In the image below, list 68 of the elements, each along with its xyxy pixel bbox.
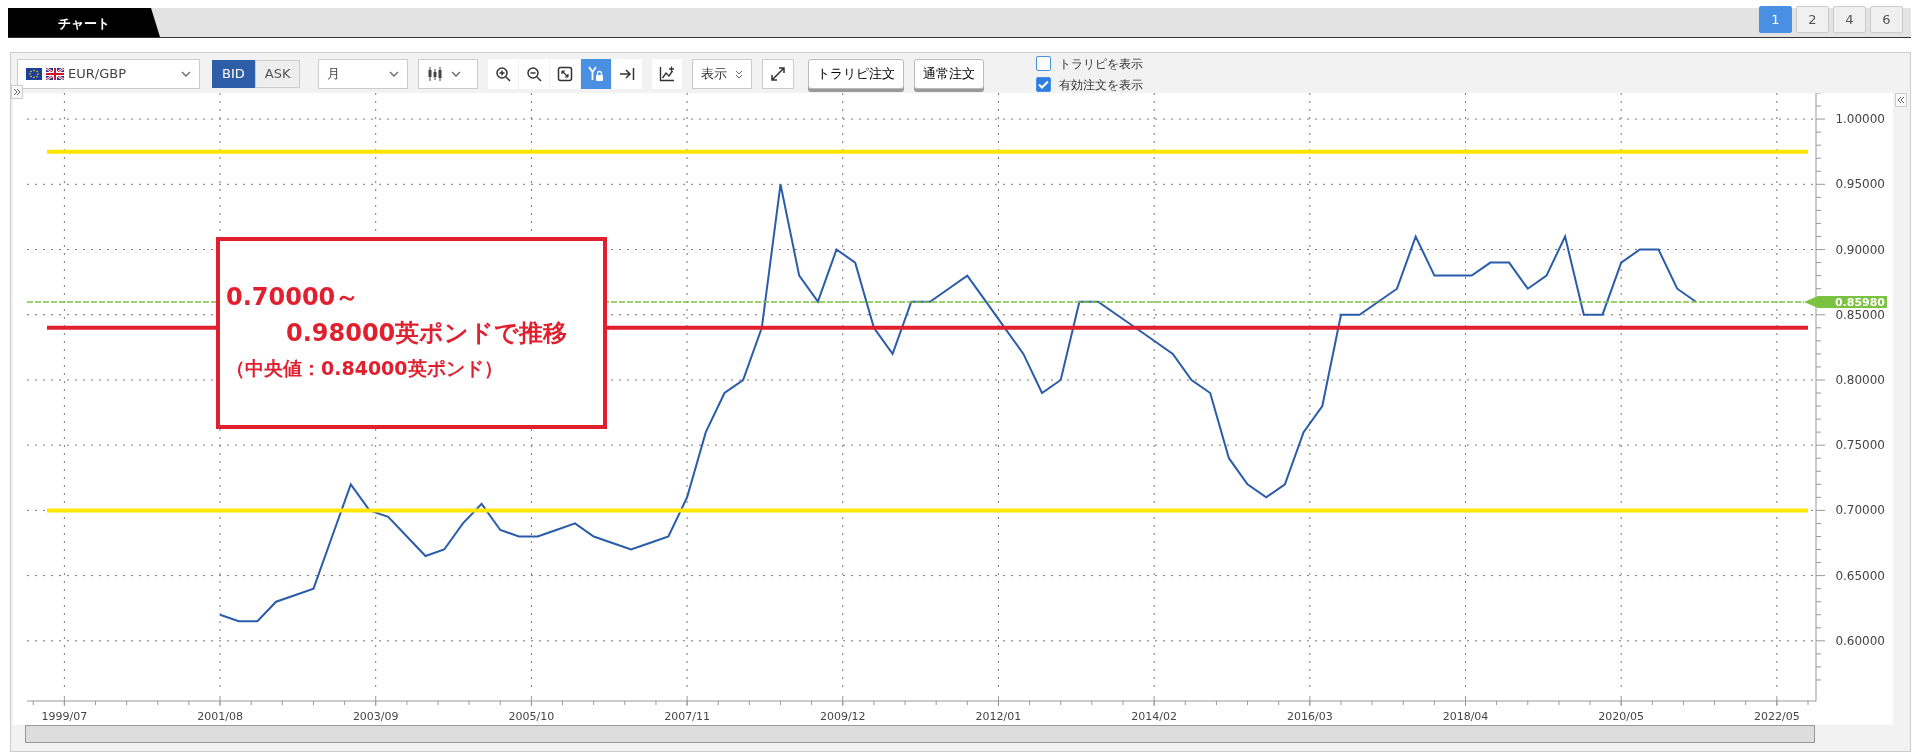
chevron-down-icon (181, 70, 191, 78)
double-chevron-left-icon (1897, 96, 1905, 104)
axis-label: 0.95000 (1835, 177, 1885, 192)
axis-label: 0.90000 (1835, 242, 1885, 257)
checkbox-label: トラリピを表示 (1059, 55, 1144, 73)
layout-button[interactable]: 4 (1833, 6, 1866, 33)
chart-type-select[interactable] (418, 59, 479, 89)
axis-label: 0.85000 (1835, 307, 1885, 322)
collapse-left-button[interactable] (11, 85, 23, 99)
callout-text: （中央値：0.84000英ポンド） (226, 356, 504, 381)
checkbox[interactable] (1036, 56, 1052, 71)
checkbox[interactable] (1036, 77, 1052, 92)
axis-label: 2003/09 (352, 710, 399, 723)
double-chevron-right-icon (13, 88, 21, 96)
order-button[interactable]: トラリピ注文 (808, 59, 905, 89)
callout-text: 0.98000英ポンドで推移 (285, 318, 569, 349)
chart-plus-icon (659, 66, 676, 82)
expand-icon (771, 67, 786, 81)
axis-label: 2020/05 (1598, 710, 1645, 723)
zoom-in-button[interactable] (488, 59, 519, 89)
axis-label: 0.80000 (1835, 372, 1885, 387)
axis-label: 2016/03 (1286, 710, 1333, 723)
checkmark-icon (1038, 80, 1050, 89)
axis-label: 2012/01 (975, 710, 1022, 723)
axis-label: 1.00000 (1835, 112, 1885, 127)
display-menu-button[interactable]: 表示 (692, 59, 753, 89)
axis-label: 2022/05 (1754, 710, 1800, 723)
add-indicator-button[interactable] (652, 59, 683, 89)
price-side-toggle[interactable]: ASK (254, 60, 301, 88)
chart-tab[interactable]: チャート (8, 7, 160, 37)
candlestick-icon (427, 67, 444, 81)
axis-label: 2014/02 (1131, 710, 1177, 723)
double-chevron-icon (735, 69, 744, 79)
axis-label: 0.70000 (1835, 503, 1885, 518)
order-button[interactable]: 通常注文 (914, 59, 985, 89)
chevron-down-icon (389, 70, 400, 78)
callout-text: 0.70000～ (226, 282, 361, 313)
layout-button[interactable]: 2 (1796, 6, 1829, 33)
axis-label: 2007/11 (664, 710, 710, 723)
y-lock-icon (588, 66, 605, 82)
period-select[interactable]: 月 (318, 59, 409, 89)
axis-label: 0.65000 (1835, 568, 1885, 583)
frame-button[interactable] (550, 59, 581, 89)
axis-label: 2018/04 (1442, 710, 1489, 723)
zoom-out-icon (526, 66, 543, 82)
checkbox-label: 有効注文を表示 (1059, 76, 1144, 94)
ref-line-label: 0.85980 (1834, 295, 1886, 309)
arrow-to-line-button[interactable] (612, 59, 643, 89)
arrow-to-line-icon (619, 66, 636, 82)
currency-pair-select[interactable]: EUR/GBP (17, 59, 200, 89)
axis-label: 2001/08 (197, 710, 243, 723)
frame-icon (557, 66, 574, 82)
eu-flag-icon (26, 68, 42, 80)
expand-button[interactable] (762, 59, 795, 89)
axis-label: 1999/07 (41, 710, 88, 723)
zoom-in-icon (495, 66, 512, 82)
axis-label: 2005/10 (508, 710, 555, 723)
zoom-out-button[interactable] (519, 59, 550, 89)
axis-label: 0.60000 (1835, 633, 1885, 648)
price-side-toggle[interactable]: BID (212, 60, 255, 88)
axis-label: 0.75000 (1835, 438, 1885, 453)
axis-label: 2009/12 (819, 710, 866, 723)
layout-button[interactable]: 6 (1870, 6, 1903, 33)
chevron-down-icon (451, 70, 462, 78)
scrollbar[interactable] (25, 725, 1815, 743)
price-tag: 0.85980 (1804, 295, 1887, 309)
collapse-right-button[interactable] (1895, 93, 1907, 107)
uk-flag-icon (46, 68, 64, 80)
